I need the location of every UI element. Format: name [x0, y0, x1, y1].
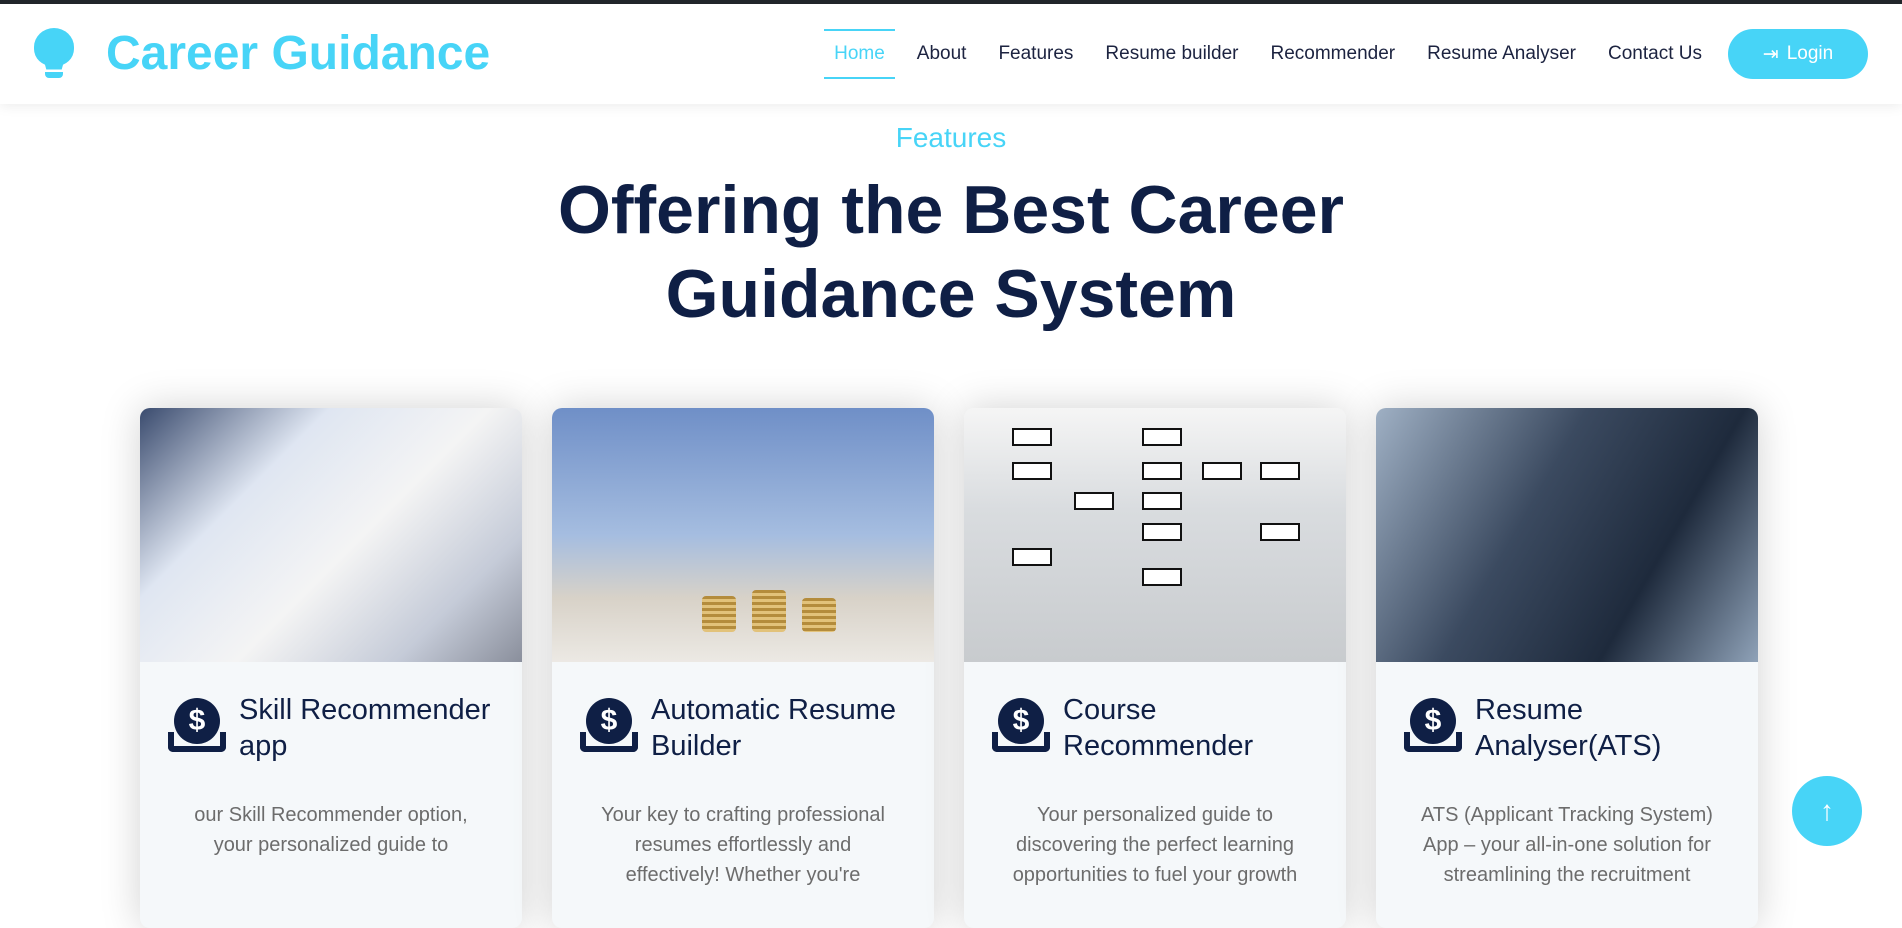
section-title-text: Offering the Best Career Guidance System	[558, 172, 1344, 332]
arrow-up-icon: ↑	[1820, 795, 1834, 826]
card-title: Resume Analyser(ATS)	[1475, 694, 1662, 762]
business-documents-image	[140, 408, 522, 662]
card-description: our Skill Recommender option, your perso…	[194, 804, 468, 856]
card-description: ATS (Applicant Tracking System) App – yo…	[1421, 804, 1713, 886]
dollar-icon: $	[992, 698, 1050, 760]
card-description: Your personalized guide to discovering t…	[1012, 804, 1298, 886]
card-title: Course Recommender	[1063, 694, 1254, 762]
nav-about[interactable]: About	[901, 29, 983, 79]
nav-home[interactable]: Home	[824, 29, 895, 79]
nav-resume-builder[interactable]: Resume builder	[1089, 29, 1254, 79]
card-title: Skill Recommender app	[239, 694, 491, 762]
handshake-image	[1376, 408, 1758, 662]
coins-image	[552, 408, 934, 662]
nav-contact-us[interactable]: Contact Us	[1592, 29, 1718, 79]
feature-cards: $ Skill Recommender app our Skill Recomm…	[140, 408, 1758, 928]
login-button[interactable]: ⇥ Login	[1728, 29, 1868, 79]
login-icon: ⇥	[1762, 43, 1779, 65]
main-nav: Home About Features Resume builder Recom…	[824, 29, 1868, 79]
site-header: Career Guidance Home About Features Resu…	[0, 4, 1902, 104]
section-subtitle: Features	[895, 122, 1007, 153]
nav-resume-analyser[interactable]: Resume Analyser	[1411, 29, 1592, 79]
feature-card[interactable]: $ Course Recommender Your personalized g…	[964, 408, 1346, 928]
dollar-icon: $	[168, 698, 226, 760]
section-title: Offering the Best Career Guidance System	[0, 168, 1902, 336]
login-label: Login	[1786, 43, 1834, 64]
brand-logo[interactable]: Career Guidance	[34, 26, 490, 81]
flowchart-image	[964, 408, 1346, 662]
scroll-to-top-button[interactable]: ↑	[1792, 776, 1862, 846]
feature-card[interactable]: $ Automatic Resume Builder Your key to c…	[552, 408, 934, 928]
feature-card[interactable]: $ Resume Analyser(ATS) ATS (Applicant Tr…	[1376, 408, 1758, 928]
dollar-icon: $	[580, 698, 638, 760]
nav-features[interactable]: Features	[982, 29, 1089, 79]
brand-name: Career Guidance	[106, 27, 491, 80]
nav-recommender[interactable]: Recommender	[1255, 29, 1412, 79]
card-description: Your key to crafting professional resume…	[601, 804, 885, 886]
feature-card[interactable]: $ Skill Recommender app our Skill Recomm…	[140, 408, 522, 928]
card-title: Automatic Resume Builder	[651, 694, 896, 762]
lightbulb-icon	[34, 27, 74, 80]
dollar-icon: $	[1404, 698, 1462, 760]
